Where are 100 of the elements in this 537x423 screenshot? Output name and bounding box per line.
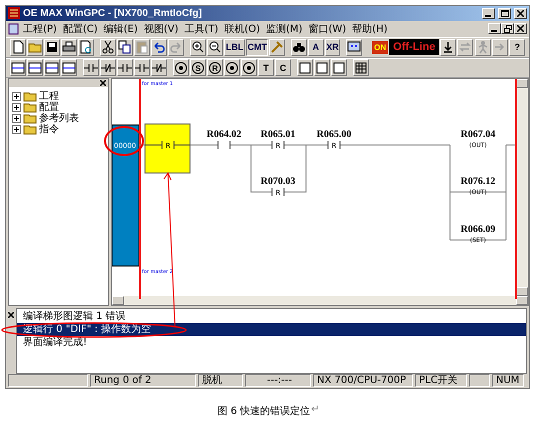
- minimize-button[interactable]: [482, 8, 495, 19]
- toolbar-button[interactable]: [353, 59, 369, 76]
- rung-icon: [11, 60, 25, 75]
- close-icon[interactable]: [100, 80, 106, 86]
- copy-icon: [118, 40, 132, 54]
- coil-icon: [242, 60, 256, 75]
- menu-item[interactable]: 编辑(E): [100, 22, 141, 36]
- window-title: OE MAX WinGPC - [NX700_RmtIoCfg]: [23, 8, 203, 19]
- toolbar-button[interactable]: A: [308, 38, 324, 56]
- toolbar-button[interactable]: T: [258, 59, 274, 76]
- maximize-button[interactable]: [498, 8, 511, 19]
- figure-caption: 图 6 快速的错误定位: [217, 404, 310, 418]
- toolbar-button[interactable]: XR: [324, 38, 340, 56]
- contact-address: R065.01: [260, 128, 296, 140]
- output-line[interactable]: 编译梯形图逻辑 1 错误: [17, 310, 526, 324]
- contact-symbol: [218, 140, 230, 150]
- menu-item[interactable]: 配置(C): [60, 22, 101, 36]
- toolbar-button[interactable]: [440, 38, 456, 56]
- monitor-icon: [347, 40, 362, 54]
- expand-icon[interactable]: [12, 102, 21, 112]
- toolbar-button[interactable]: [83, 59, 99, 76]
- expand-icon[interactable]: [12, 124, 21, 134]
- toolbar-button[interactable]: ?: [509, 38, 526, 56]
- menu-item[interactable]: 视图(V): [140, 22, 182, 36]
- toolbar-button[interactable]: [290, 38, 307, 56]
- document-icon: [8, 22, 20, 35]
- vertical-scrollbar[interactable]: [516, 78, 528, 296]
- preview-icon: [79, 40, 93, 54]
- menu-item[interactable]: 联机(O): [221, 22, 264, 36]
- coil-button[interactable]: [224, 59, 240, 76]
- toolbar-button[interactable]: [331, 59, 347, 76]
- toolbar-button[interactable]: [100, 59, 116, 76]
- toolbar-button[interactable]: [190, 38, 206, 56]
- contact-address: R065.00: [316, 128, 352, 140]
- toolbar-button[interactable]: [346, 38, 362, 56]
- toolbar-button[interactable]: [150, 38, 167, 56]
- box-icon: [315, 60, 329, 75]
- close-button[interactable]: [514, 8, 527, 19]
- status-field: NUM: [492, 374, 524, 387]
- coil-address: R067.04: [460, 128, 496, 140]
- coil-address: R066.09: [460, 224, 496, 235]
- toolbar-button[interactable]: [206, 38, 223, 56]
- expand-icon[interactable]: [12, 114, 21, 123]
- save-icon: [45, 40, 59, 54]
- menu-item[interactable]: 窗口(W): [305, 22, 350, 36]
- minimize-button[interactable]: [488, 23, 501, 34]
- toolbar-button[interactable]: [297, 59, 313, 76]
- rung-icon: [45, 60, 59, 75]
- menu-item[interactable]: 工具(T): [181, 22, 222, 36]
- menu-item[interactable]: 工程(P): [20, 22, 60, 36]
- status-field: PLC开关: [415, 374, 467, 387]
- toolbar-button[interactable]: [44, 38, 60, 56]
- toolbar-button[interactable]: [27, 59, 43, 76]
- horizontal-scrollbar[interactable]: [112, 296, 528, 306]
- binoculars-icon: [292, 40, 306, 54]
- toolbar-button[interactable]: CMT: [246, 38, 268, 56]
- expand-icon[interactable]: [12, 92, 21, 101]
- new-icon: [11, 40, 25, 54]
- hammer-icon: [270, 40, 284, 54]
- close-icon[interactable]: [8, 312, 14, 318]
- toolbar-button[interactable]: [44, 59, 60, 76]
- zoom-out-icon: [208, 40, 222, 54]
- status-field: NX 700/CPU-700P: [313, 374, 413, 387]
- toolbar-button[interactable]: [116, 38, 133, 56]
- coil-button[interactable]: [173, 59, 189, 76]
- error-contact[interactable]: [144, 123, 190, 174]
- scissors-icon: [100, 40, 115, 54]
- close-button[interactable]: [514, 23, 527, 34]
- toolbar-button[interactable]: [61, 38, 77, 56]
- box-icon: [332, 60, 346, 75]
- tree-item[interactable]: 指令: [39, 122, 59, 136]
- toolbar-button[interactable]: [117, 59, 133, 76]
- status-field: ---:---: [245, 374, 311, 387]
- box-icon: [298, 60, 312, 75]
- rung-icon: [62, 60, 76, 75]
- menu-item[interactable]: 帮助(H): [349, 22, 390, 36]
- toolbar-button[interactable]: C: [275, 59, 291, 76]
- restore-button[interactable]: [501, 23, 514, 34]
- toolbar-button[interactable]: [61, 59, 77, 76]
- toolbar-button[interactable]: [151, 59, 167, 76]
- paste-icon: [134, 40, 149, 54]
- toolbar-button[interactable]: [10, 59, 26, 76]
- coil-icon: [225, 60, 239, 75]
- toolbar-button[interactable]: [314, 59, 330, 76]
- coil-button[interactable]: [241, 59, 257, 76]
- zoom-in-icon: [190, 40, 205, 54]
- coil-address: R076.12: [460, 176, 496, 187]
- toolbar-button[interactable]: [78, 38, 94, 56]
- app-logo-icon: [8, 7, 20, 20]
- contact-address: R064.02: [206, 128, 242, 140]
- printer-icon: [62, 40, 76, 54]
- toolbar-button[interactable]: [10, 38, 26, 56]
- rung-icon: [28, 60, 42, 75]
- grid-icon: [354, 60, 368, 75]
- output-line[interactable]: 界面编译完成!: [17, 336, 526, 350]
- toolbar-button[interactable]: [134, 59, 150, 76]
- toolbar-button[interactable]: [100, 38, 116, 56]
- toolbar-button[interactable]: LBL: [224, 38, 246, 56]
- online-indicator: ON: [372, 40, 388, 54]
- menu-item[interactable]: 监测(M): [263, 22, 306, 36]
